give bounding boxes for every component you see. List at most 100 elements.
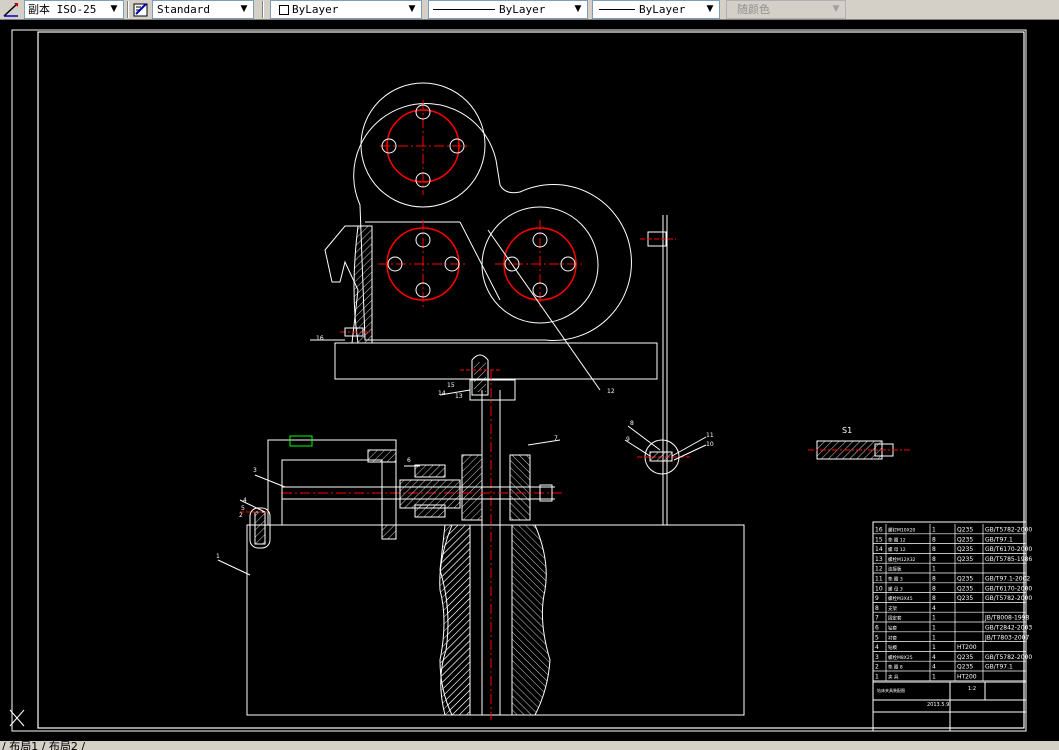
hole-top xyxy=(380,100,468,195)
bom-cell-no: 9 xyxy=(875,595,879,602)
toolbar-separator xyxy=(127,1,129,18)
balloon-14: 14 xyxy=(438,390,446,397)
bom-cell-mat: Q235 xyxy=(957,576,973,583)
bom-cell-qty: 8 xyxy=(932,585,936,592)
chevron-down-icon[interactable]: ▼ xyxy=(571,2,585,17)
bom-cell-name: 垫 圈 8 xyxy=(888,664,903,671)
bom-cell-name: 连接板 xyxy=(888,566,902,573)
bom-cell-std: GB/T5782-2000 xyxy=(985,654,1032,661)
linetype-select[interactable]: ByLayer ▼ xyxy=(428,0,588,19)
bom-cell-name: 钻模 xyxy=(888,644,897,651)
plotstyle-value: 随颜色 xyxy=(737,3,770,16)
balloon-4: 4 xyxy=(243,497,247,504)
title-date: 2013.5.9 xyxy=(927,702,949,708)
bom-cell-no: 7 xyxy=(875,615,879,622)
bom-cell-no: 8 xyxy=(875,605,879,612)
bom-cell-qty: 8 xyxy=(932,556,936,563)
linetype-preview-icon xyxy=(433,9,495,10)
bom-cell-mat: Q235 xyxy=(957,546,973,553)
balloon-16: 16 xyxy=(316,335,324,342)
bom-cell-qty: 1 xyxy=(932,566,936,573)
layout-tabs[interactable]: / 布局1 / 布局2 / xyxy=(2,741,85,750)
link-plate xyxy=(353,82,632,341)
bom-cell-name: 衬套 xyxy=(888,634,897,641)
balloon-2: 2 xyxy=(239,512,243,519)
support-rod xyxy=(637,215,690,525)
chevron-down-icon: ▼ xyxy=(832,4,840,14)
chevron-down-icon[interactable]: ▼ xyxy=(405,2,419,17)
balloon-15: 15 xyxy=(447,382,455,389)
bom-cell-name: 夹 具 xyxy=(888,674,899,681)
balloon-5: 5 xyxy=(241,505,245,512)
leader-lines xyxy=(217,229,707,576)
balloon-7: 7 xyxy=(554,435,558,442)
connecting-plate xyxy=(334,342,658,380)
balloon-3: 3 xyxy=(253,467,257,474)
horizontal-bolt xyxy=(267,435,565,540)
bom-cell-mat: Q235 xyxy=(957,664,973,671)
bom-cell-qty: 1 xyxy=(932,527,936,534)
drawing-canvas[interactable]: S1 16 15 14 13 12 7 6 3 4 5 2 1 8 9 11 1… xyxy=(0,20,1059,741)
balloon-10: 10 xyxy=(706,441,714,448)
bom-cell-qty: 1 xyxy=(932,644,936,651)
bom-cell-std: JB/T7803-2007 xyxy=(984,634,1029,641)
balloon-12: 12 xyxy=(607,388,615,395)
linetype-value: ByLayer xyxy=(499,3,546,16)
section-detail-s1: S1 xyxy=(808,426,910,460)
balloon-8: 8 xyxy=(630,420,634,427)
bom-cell-qty: 4 xyxy=(932,654,936,661)
dimstyle-icon[interactable] xyxy=(2,1,20,18)
bom-cell-mat: Q235 xyxy=(957,654,973,661)
drill-bush xyxy=(460,354,531,521)
bom-cell-name: 螺栓M3X45 xyxy=(888,595,913,602)
layout-tab-bar[interactable]: / 布局1 / 布局2 / xyxy=(0,741,1059,750)
bom-cell-no: 3 xyxy=(875,654,879,661)
bom-cell-no: 13 xyxy=(875,556,883,563)
toolbar-separator xyxy=(262,1,264,18)
textstyle-select[interactable]: Standard ▼ xyxy=(152,0,254,19)
bom-cell-std: GB/T5782-2000 xyxy=(985,527,1032,534)
bom-cell-qty: 8 xyxy=(932,546,936,553)
plotstyle-select: 随颜色 ▼ xyxy=(726,0,846,19)
bom-cell-no: 1 xyxy=(875,674,879,681)
bom-cell-name: 螺栓M12X32 xyxy=(888,556,916,563)
properties-toolbar: 副本 ISO-25 ▼ Standard ▼ ByLayer ▼ ByLayer… xyxy=(0,0,1059,20)
dimstyle-select[interactable]: 副本 ISO-25 ▼ xyxy=(24,0,124,19)
textstyle-icon[interactable] xyxy=(132,1,150,18)
bom-cell-mat: HT200 xyxy=(957,644,977,651)
layer-color-value: ByLayer xyxy=(292,3,339,16)
chevron-down-icon[interactable]: ▼ xyxy=(237,2,251,17)
bom-cell-qty: 1 xyxy=(932,615,936,622)
layer-color-select[interactable]: ByLayer ▼ xyxy=(270,0,422,19)
bom-cell-std: GB/T5782-2000 xyxy=(985,595,1032,602)
bom-cell-std: GB/T6170-2000 xyxy=(985,585,1032,592)
bom-cell-qty: 4 xyxy=(932,605,936,612)
bom-cell-qty: 8 xyxy=(932,536,936,543)
bom-cell-no: 12 xyxy=(875,566,883,573)
bom-cell-mat: Q235 xyxy=(957,536,973,543)
bom-cell-no: 2 xyxy=(875,664,879,671)
chevron-down-icon[interactable]: ▼ xyxy=(107,2,121,17)
hole-right xyxy=(495,220,585,310)
bom-cell-no: 15 xyxy=(875,536,883,543)
balloon-1: 1 xyxy=(216,553,220,560)
bom-cell-name: 钻套 xyxy=(888,625,897,632)
chevron-down-icon[interactable]: ▼ xyxy=(703,2,717,17)
bom-cell-name: 支架 xyxy=(888,605,897,612)
bom-cell-name: 螺栓M8X25 xyxy=(888,654,913,661)
bom-cell-qty: 1 xyxy=(932,634,936,641)
bom-cell-std: GB/T5785-1986 xyxy=(985,556,1032,563)
bom-cell-std: GB/T97.1 xyxy=(985,664,1013,671)
lineweight-select[interactable]: ByLayer ▼ xyxy=(592,0,720,19)
balloon-13: 13 xyxy=(455,393,463,400)
bom-cell-no: 4 xyxy=(875,644,879,651)
hole-left xyxy=(378,220,468,310)
bom-cell-no: 10 xyxy=(875,585,883,592)
title-drawing-no: 钻床夹具装配图 xyxy=(877,687,905,693)
bom-cell-qty: 8 xyxy=(932,595,936,602)
lineweight-preview-icon xyxy=(599,9,635,10)
hook-clamp xyxy=(324,225,373,344)
bom-cell-qty: 8 xyxy=(932,576,936,583)
bom-cell-no: 14 xyxy=(875,546,883,553)
bom-cell-no: 5 xyxy=(875,634,879,641)
